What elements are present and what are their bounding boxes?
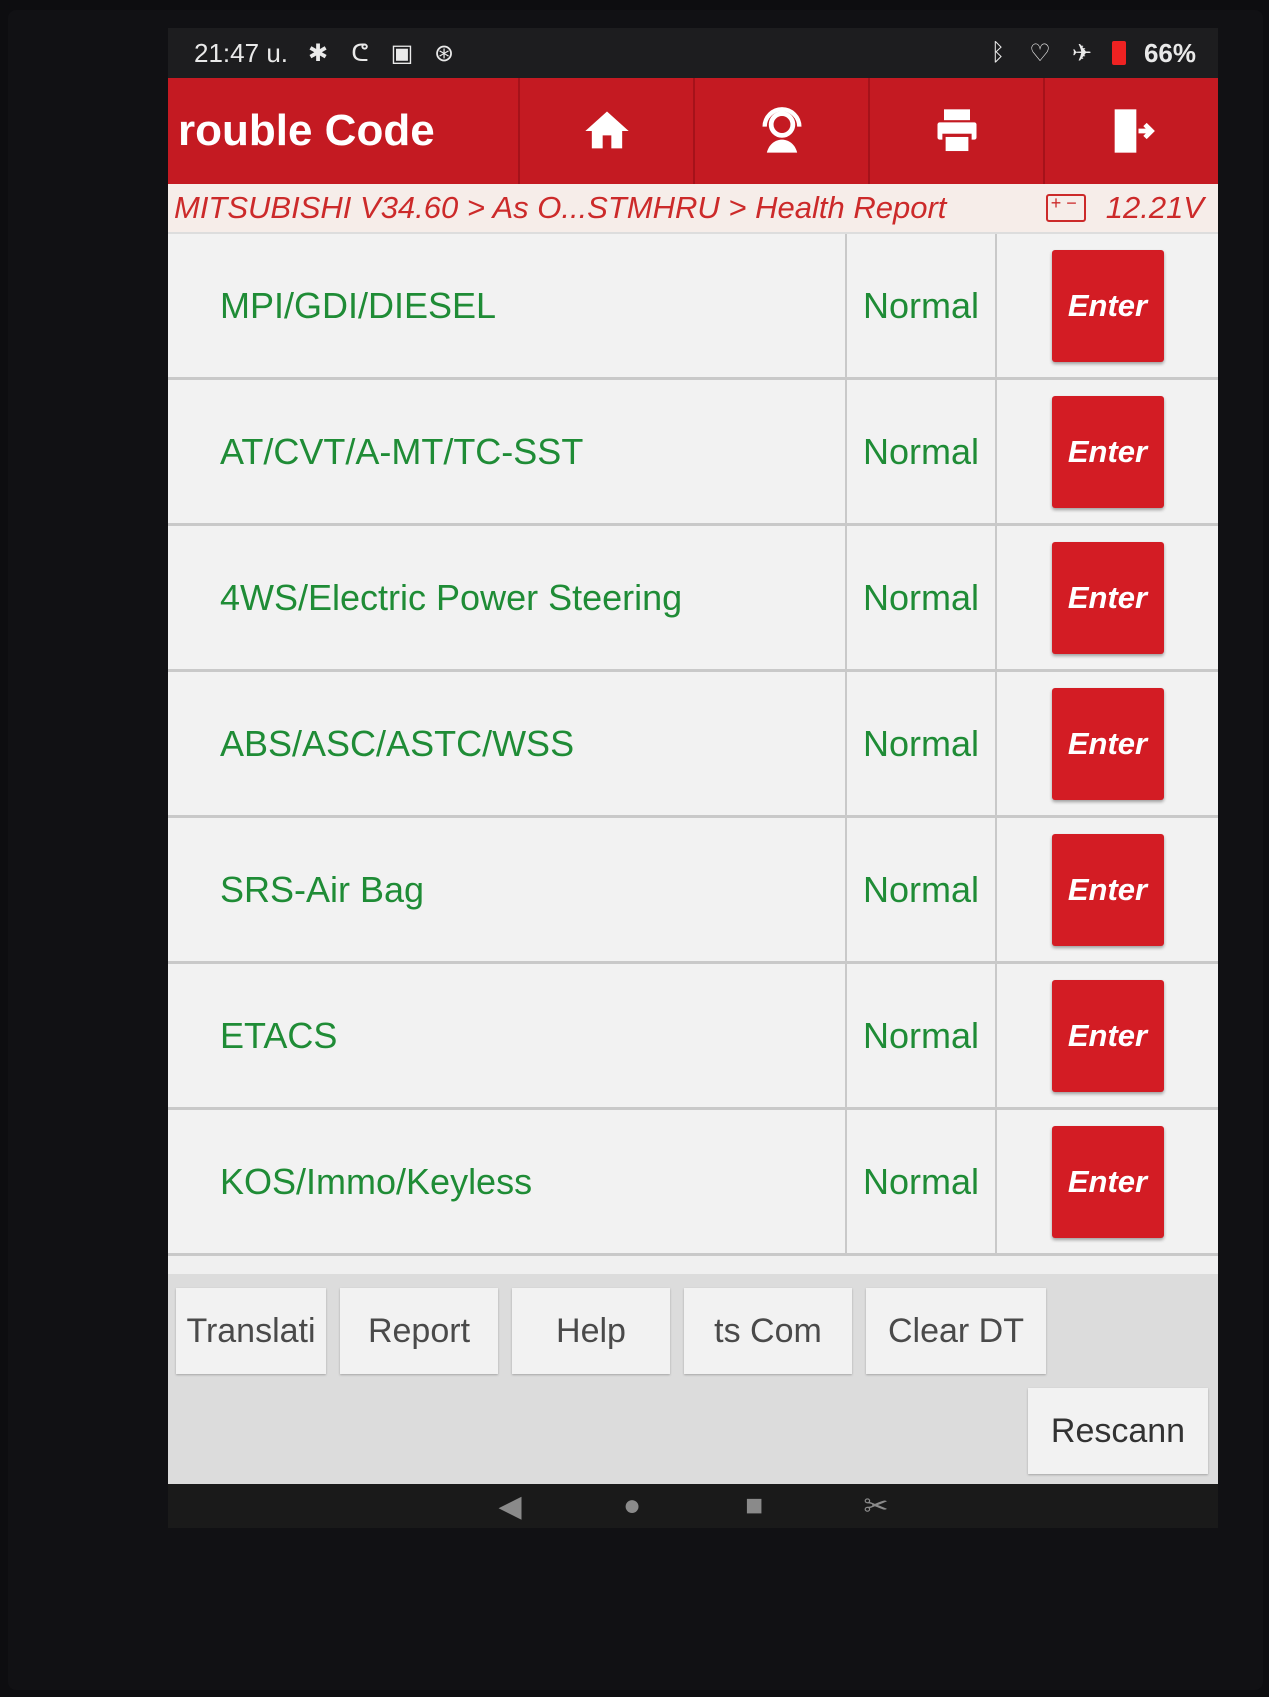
enter-button[interactable]: Enter [1051,249,1164,362]
system-name: SRS-Air Bag [168,818,845,961]
clock: 21:47 u. [194,37,288,68]
support-button[interactable] [693,78,868,184]
stethoscope-icon: ᕦ [351,39,369,67]
bluetooth-circle-icon: ⊛ [433,39,455,67]
system-status: Normal [845,1110,995,1253]
rescan-button[interactable]: Rescann [1028,1388,1208,1474]
battery-percent: 66% [1143,37,1196,68]
list-item: AT/CVT/A-MT/TC-SST Normal Enter [168,380,1218,526]
exit-icon [1114,109,1155,153]
car-battery-icon [1045,193,1086,222]
system-name: ABS/ASC/ASTC/WSS [168,672,845,815]
system-list: MPI/GDI/DIESEL Normal Enter AT/CVT/A-MT/… [168,234,1218,1274]
toolbar [518,78,1218,184]
enter-button[interactable]: Enter [1051,979,1164,1092]
home-icon [584,111,629,149]
signal-icon: ♡ [1029,39,1051,67]
system-name: KOS/Immo/Keyless [168,1110,845,1253]
enter-button[interactable]: Enter [1051,1125,1164,1238]
airplane-icon: ✈ [1071,39,1092,67]
bottom-action-bar: Translati Report Help ts Com Clear DT Re… [168,1274,1218,1484]
battery-icon [1111,41,1126,65]
page-title: rouble Code [178,106,435,155]
list-item: ETACS Normal Enter [168,964,1218,1110]
system-status: Normal [845,234,995,377]
exit-button[interactable] [1043,78,1218,184]
help-button[interactable]: Help [512,1288,670,1374]
enter-button[interactable]: Enter [1051,833,1164,946]
home-button[interactable] [518,78,693,184]
system-status: Normal [845,526,995,669]
system-name: ETACS [168,964,845,1107]
breadcrumb-path: MITSUBISHI V34.60 > As O...STMHRU > Heal… [174,190,947,225]
list-item: MPI/GDI/DIESEL Normal Enter [168,234,1218,380]
enter-button[interactable]: Enter [1051,687,1164,800]
recents-icon[interactable]: ■ [738,1489,770,1522]
device-bezel: 21:47 u. ✱ ᕦ ▣ ⊛ ᛒ ♡ ✈ 66% rouble Code M… [8,10,1263,1690]
system-status: Normal [845,672,995,815]
system-status: Normal [845,964,995,1107]
battery-voltage: 12.21V [1105,190,1204,225]
system-name: AT/CVT/A-MT/TC-SST [168,380,845,523]
list-item: 4WS/Electric Power Steering Normal Enter [168,526,1218,672]
system-name: MPI/GDI/DIESEL [168,234,845,377]
printer-icon [937,109,976,155]
status-bar: 21:47 u. ✱ ᕦ ▣ ⊛ ᛒ ♡ ✈ 66% [168,28,1218,78]
breadcrumb: MITSUBISHI V34.60 > As O...STMHRU > Heal… [168,184,1218,234]
clear-dtc-button[interactable]: Clear DT [866,1288,1046,1374]
screen: 21:47 u. ✱ ᕦ ▣ ⊛ ᛒ ♡ ✈ 66% rouble Code M… [168,28,1218,1528]
settings-icon: ✱ [307,39,329,67]
system-name: 4WS/Electric Power Steering [168,526,845,669]
support-agent-icon [762,107,801,153]
enter-button[interactable]: Enter [1051,541,1164,654]
list-item: ABS/ASC/ASTC/WSS Normal Enter [168,672,1218,818]
android-nav-bar: ◀ ● ■ ✂ [168,1484,1218,1528]
system-status: Normal [845,380,995,523]
comparison-button[interactable]: ts Com [684,1288,852,1374]
screenshot-icon[interactable]: ✂ [860,1490,892,1523]
home-circle-icon[interactable]: ● [616,1489,648,1522]
list-item: KOS/Immo/Keyless Normal Enter [168,1110,1218,1256]
print-button[interactable] [868,78,1043,184]
bluetooth-icon: ᛒ [990,39,1006,66]
translate-button[interactable]: Translati [176,1288,326,1374]
report-button[interactable]: Report [340,1288,498,1374]
enter-button[interactable]: Enter [1051,395,1164,508]
back-icon[interactable]: ◀ [494,1490,526,1523]
app-header: rouble Code [168,78,1218,184]
image-icon: ▣ [390,39,414,67]
system-status: Normal [845,818,995,961]
list-item: SRS-Air Bag Normal Enter [168,818,1218,964]
